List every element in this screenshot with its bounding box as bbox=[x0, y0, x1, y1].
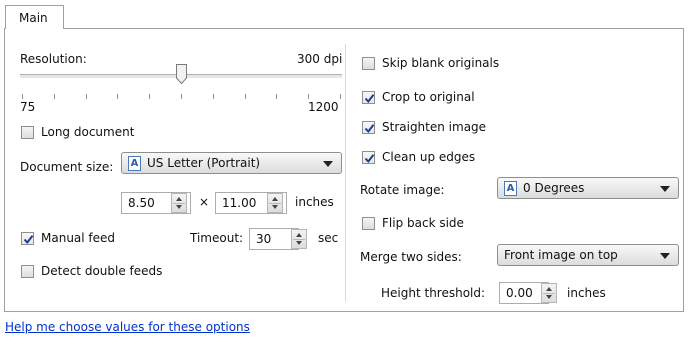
slider-tick bbox=[244, 94, 246, 99]
detect-double-feeds-label: Detect double feeds bbox=[41, 264, 163, 278]
slider-tick bbox=[276, 94, 278, 99]
checkmark-icon bbox=[364, 94, 375, 104]
document-size-select[interactable]: A US Letter (Portrait) bbox=[121, 152, 342, 174]
slider-tick bbox=[53, 94, 55, 99]
slider-tick bbox=[117, 94, 119, 99]
merge-two-sides-value: Front image on top bbox=[504, 248, 618, 262]
width-spinner[interactable] bbox=[171, 193, 187, 213]
clean-up-edges-label: Clean up edges bbox=[382, 150, 476, 164]
detect-double-feeds-checkbox[interactable] bbox=[21, 265, 34, 278]
merge-two-sides-select[interactable]: Front image on top bbox=[497, 244, 679, 266]
resolution-slider-thumb[interactable] bbox=[176, 64, 187, 85]
resolution-min-label: 75 bbox=[20, 100, 36, 114]
straighten-image-label: Straighten image bbox=[382, 120, 487, 134]
resolution-max-label: 1200 bbox=[308, 100, 339, 114]
chevron-down-icon bbox=[660, 186, 670, 192]
height-value: 11.00 bbox=[222, 196, 257, 210]
times-symbol: × bbox=[199, 195, 210, 209]
skip-blank-originals-label: Skip blank originals bbox=[382, 56, 500, 70]
crop-to-original-checkbox[interactable] bbox=[362, 91, 375, 104]
resolution-label: Resolution: bbox=[20, 52, 87, 66]
size-units-label: inches bbox=[295, 195, 334, 209]
checkmark-icon bbox=[23, 235, 34, 245]
skip-blank-originals-checkbox[interactable] bbox=[362, 57, 375, 70]
help-choose-values-link[interactable]: Help me choose values for these options bbox=[5, 320, 250, 334]
flip-back-side-label: Flip back side bbox=[382, 216, 464, 230]
chevron-down-icon bbox=[660, 253, 670, 259]
height-spinner[interactable] bbox=[267, 193, 283, 213]
checkmark-icon bbox=[364, 124, 375, 134]
slider-tick bbox=[149, 94, 151, 99]
document-orientation-icon: A bbox=[504, 180, 517, 196]
flip-back-side-checkbox[interactable] bbox=[362, 217, 375, 230]
long-document-label: Long document bbox=[41, 125, 135, 139]
height-threshold-spinner[interactable] bbox=[541, 283, 557, 303]
column-divider bbox=[345, 44, 346, 302]
rotate-image-select[interactable]: A 0 Degrees bbox=[497, 177, 679, 199]
checkmark-icon bbox=[364, 154, 375, 164]
slider-tick bbox=[212, 94, 214, 99]
document-size-label: Document size: bbox=[20, 160, 114, 174]
slider-tick bbox=[181, 94, 182, 99]
slider-tick bbox=[308, 94, 310, 99]
height-threshold-units: inches bbox=[567, 286, 606, 300]
timeout-value: 30 bbox=[256, 232, 272, 246]
rotate-image-label: Rotate image: bbox=[360, 183, 445, 197]
crop-to-original-label: Crop to original bbox=[382, 90, 475, 104]
long-document-checkbox[interactable] bbox=[21, 126, 34, 139]
manual-feed-label: Manual feed bbox=[41, 231, 116, 245]
slider-tick bbox=[85, 94, 87, 99]
clean-up-edges-checkbox[interactable] bbox=[362, 151, 375, 164]
slider-tick bbox=[22, 94, 23, 99]
straighten-image-checkbox[interactable] bbox=[362, 121, 375, 134]
merge-two-sides-label: Merge two sides: bbox=[360, 250, 462, 264]
tab-main[interactable]: Main bbox=[5, 5, 64, 29]
document-size-value: US Letter (Portrait) bbox=[147, 156, 261, 170]
chevron-down-icon bbox=[323, 161, 333, 167]
timeout-label: Timeout: bbox=[190, 231, 244, 245]
slider-tick bbox=[340, 94, 341, 99]
resolution-value: 300 dpi bbox=[297, 52, 343, 66]
width-value: 8.50 bbox=[128, 196, 155, 210]
height-threshold-label: Height threshold: bbox=[381, 286, 486, 300]
timeout-units-label: sec bbox=[318, 231, 339, 245]
tab-main-label: Main bbox=[19, 11, 48, 25]
document-orientation-icon: A bbox=[128, 155, 141, 171]
height-threshold-value: 0.00 bbox=[506, 286, 533, 300]
timeout-spinner[interactable] bbox=[291, 229, 307, 249]
rotate-image-value: 0 Degrees bbox=[523, 181, 585, 195]
manual-feed-checkbox[interactable] bbox=[21, 232, 34, 245]
